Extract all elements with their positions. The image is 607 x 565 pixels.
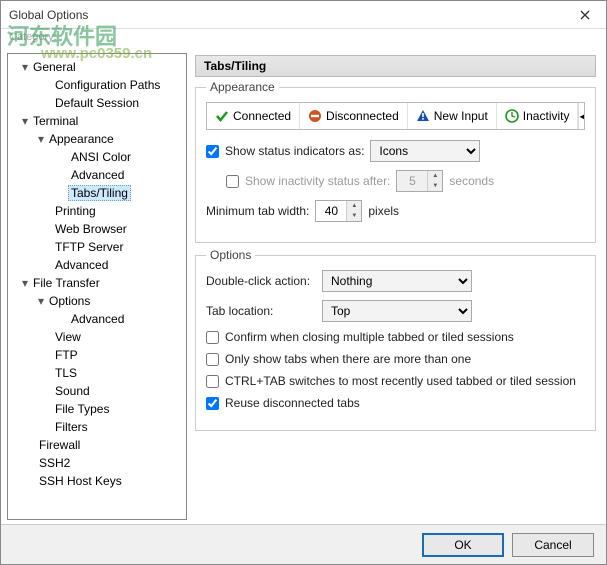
window-title: Global Options — [9, 8, 88, 22]
tree-firewall[interactable]: Firewall — [8, 436, 186, 454]
confirm-close-checkbox[interactable] — [206, 331, 219, 344]
min-width-label: Minimum tab width: — [206, 204, 309, 218]
tree-terminal[interactable]: ▾Terminal — [8, 112, 186, 130]
reuse-tabs-label: Reuse disconnected tabs — [225, 396, 360, 410]
confirm-close-label: Confirm when closing multiple tabbed or … — [225, 330, 514, 344]
cancel-button[interactable]: Cancel — [512, 533, 594, 557]
min-width-unit: pixels — [368, 204, 399, 218]
tree-ft-tls[interactable]: TLS — [8, 364, 186, 382]
check-icon — [215, 109, 229, 123]
ok-button[interactable]: OK — [422, 533, 504, 557]
inactivity-label: Show inactivity status after: — [245, 174, 390, 188]
tree-printing[interactable]: Printing — [8, 202, 186, 220]
inactivity-unit: seconds — [449, 174, 494, 188]
tabloc-select[interactable]: Top — [322, 300, 472, 322]
no-entry-icon — [308, 109, 322, 123]
tree-ft-filters[interactable]: Filters — [8, 418, 186, 436]
spin-down-icon[interactable]: ▼ — [428, 181, 442, 191]
tree-terminal-advanced[interactable]: Advanced — [8, 256, 186, 274]
min-width-spinner[interactable]: ▲▼ — [315, 200, 362, 222]
chevron-left-icon: ◂ — [579, 109, 585, 123]
tree-general[interactable]: ▾General — [8, 58, 186, 76]
tree-ssh-host-keys[interactable]: SSH Host Keys — [8, 472, 186, 490]
tree-ft-view[interactable]: View — [8, 328, 186, 346]
tree-ft-sound[interactable]: Sound — [8, 382, 186, 400]
show-status-label: Show status indicators as: — [225, 144, 364, 158]
appearance-group-title: Appearance — [206, 80, 279, 94]
min-width-value[interactable] — [316, 201, 346, 221]
inactivity-checkbox[interactable] — [226, 175, 239, 188]
status-inactivity[interactable]: Inactivity — [497, 103, 579, 129]
status-connected[interactable]: Connected — [207, 103, 300, 129]
chevron-down-icon[interactable]: ▾ — [20, 112, 30, 130]
tree-tabs-tiling[interactable]: Tabs/Tiling — [8, 184, 186, 202]
title-bar: Global Options — [1, 1, 606, 29]
alert-icon — [416, 109, 430, 123]
tree-ft-options-advanced[interactable]: Advanced — [8, 310, 186, 328]
inactivity-value[interactable] — [397, 171, 427, 191]
dblclick-label: Double-click action: — [206, 274, 316, 288]
dblclick-select[interactable]: Nothing — [322, 270, 472, 292]
chevron-down-icon[interactable]: ▾ — [20, 274, 30, 292]
scroll-left-button[interactable]: ◂ — [578, 103, 585, 129]
tree-ft-options[interactable]: ▾Options — [8, 292, 186, 310]
show-status-checkbox[interactable] — [206, 145, 219, 158]
spin-down-icon[interactable]: ▼ — [347, 211, 361, 221]
chevron-down-icon[interactable]: ▾ — [20, 58, 30, 76]
ctrl-tab-label: CTRL+TAB switches to most recently used … — [225, 374, 576, 388]
chevron-down-icon[interactable]: ▾ — [36, 292, 46, 310]
category-tree[interactable]: ▾General Configuration Paths Default Ses… — [7, 53, 187, 520]
only-show-tabs-checkbox[interactable] — [206, 353, 219, 366]
options-group-title: Options — [206, 248, 255, 262]
chevron-down-icon[interactable]: ▾ — [36, 130, 46, 148]
status-indicator-bar: Connected Disconnected New Input Inactiv… — [206, 102, 585, 130]
page-title: Tabs/Tiling — [195, 55, 596, 77]
tabloc-label: Tab location: — [206, 304, 316, 318]
tree-ansi-color[interactable]: ANSI Color — [8, 148, 186, 166]
tree-file-transfer[interactable]: ▾File Transfer — [8, 274, 186, 292]
tree-appearance[interactable]: ▾Appearance — [8, 130, 186, 148]
close-icon — [580, 10, 590, 20]
tree-web-browser[interactable]: Web Browser — [8, 220, 186, 238]
tree-ft-filetypes[interactable]: File Types — [8, 400, 186, 418]
status-new-input[interactable]: New Input — [408, 103, 497, 129]
tree-tftp-server[interactable]: TFTP Server — [8, 238, 186, 256]
status-disconnected[interactable]: Disconnected — [300, 103, 408, 129]
tree-ft-ftp[interactable]: FTP — [8, 346, 186, 364]
appearance-group: Appearance Connected Disconnected New In… — [195, 87, 596, 243]
close-button[interactable] — [564, 1, 606, 29]
spin-up-icon[interactable]: ▲ — [347, 201, 361, 211]
settings-panel: Tabs/Tiling Appearance Connected Disconn… — [189, 49, 606, 524]
category-label: Category: — [9, 31, 57, 43]
dialog-footer: OK Cancel — [1, 524, 606, 564]
only-show-tabs-label: Only show tabs when there are more than … — [225, 352, 471, 366]
tree-appearance-advanced[interactable]: Advanced — [8, 166, 186, 184]
reuse-tabs-checkbox[interactable] — [206, 397, 219, 410]
options-group: Options Double-click action: Nothing Tab… — [195, 255, 596, 431]
status-indicator-select[interactable]: Icons — [370, 140, 480, 162]
inactivity-spinner[interactable]: ▲▼ — [396, 170, 443, 192]
spin-up-icon[interactable]: ▲ — [428, 171, 442, 181]
tree-default-session[interactable]: Default Session — [8, 94, 186, 112]
clock-icon — [505, 109, 519, 123]
tree-config-paths[interactable]: Configuration Paths — [8, 76, 186, 94]
ctrl-tab-checkbox[interactable] — [206, 375, 219, 388]
tree-ssh2[interactable]: SSH2 — [8, 454, 186, 472]
